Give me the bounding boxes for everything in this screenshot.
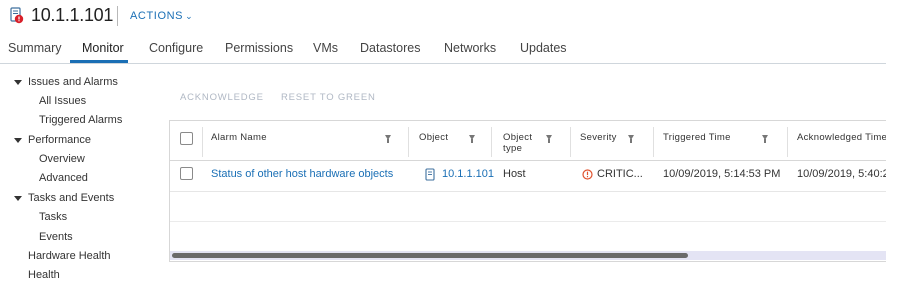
column-header-object[interactable]: Object xyxy=(419,132,448,143)
tab-networks[interactable]: Networks xyxy=(444,41,496,55)
filter-icon[interactable] xyxy=(546,135,552,143)
column-header-severity[interactable]: Severity xyxy=(580,132,617,143)
actions-label: ACTIONS xyxy=(130,10,184,22)
column-header-alarm-name[interactable]: Alarm Name xyxy=(211,132,267,143)
tree-item-issues-and-alarms[interactable]: Issues and Alarms xyxy=(28,76,118,88)
tab-vms[interactable]: VMs xyxy=(313,41,338,55)
acknowledge-button[interactable]: ACKNOWLEDGE xyxy=(180,92,264,103)
filter-icon[interactable] xyxy=(385,135,391,143)
tree-item-events[interactable]: Events xyxy=(39,231,73,243)
tab-monitor[interactable]: Monitor xyxy=(82,41,124,55)
tree-item-overview[interactable]: Overview xyxy=(39,153,85,165)
filter-icon[interactable] xyxy=(762,135,768,143)
column-header-object-type-line1: Object xyxy=(503,132,533,143)
reset-to-green-button[interactable]: RESET TO GREEN xyxy=(281,92,376,103)
column-divider xyxy=(787,127,788,157)
tab-bar: Summary Monitor Configure Permissions VM… xyxy=(0,38,886,64)
acknowledged-time-cell: 10/09/2019, 5:40:2 xyxy=(797,168,886,180)
header-divider xyxy=(117,6,118,26)
scrollbar-thumb[interactable] xyxy=(172,253,688,258)
select-all-checkbox[interactable] xyxy=(180,132,193,145)
filter-icon[interactable] xyxy=(628,135,634,143)
tree-item-health[interactable]: Health xyxy=(28,269,60,281)
column-divider xyxy=(570,127,571,157)
tab-datastores[interactable]: Datastores xyxy=(360,41,420,55)
column-header-object-type-line2: type xyxy=(503,143,523,154)
triggered-time-cell: 10/09/2019, 5:14:53 PM xyxy=(663,168,781,180)
tree-item-performance[interactable]: Performance xyxy=(28,134,91,146)
column-divider xyxy=(491,127,492,157)
tab-permissions[interactable]: Permissions xyxy=(225,41,293,55)
severity-cell: CRITIC... xyxy=(597,168,643,180)
tree-item-advanced[interactable]: Advanced xyxy=(39,172,88,184)
alarm-name-link[interactable]: Status of other host hardware objects xyxy=(211,168,393,180)
table-row[interactable]: Status of other host hardware objects 10… xyxy=(170,161,886,192)
tab-updates[interactable]: Updates xyxy=(520,41,567,55)
caret-down-icon[interactable] xyxy=(14,196,22,201)
tree-item-all-issues[interactable]: All Issues xyxy=(39,95,86,107)
filter-icon[interactable] xyxy=(469,135,475,143)
active-tab-indicator xyxy=(70,60,128,63)
column-divider xyxy=(653,127,654,157)
tab-configure[interactable]: Configure xyxy=(149,41,203,55)
alarms-grid: Alarm Name Object Object type Severity T… xyxy=(169,120,886,262)
tree-item-triggered-alarms[interactable]: Triggered Alarms xyxy=(39,114,122,126)
tree-item-tasks-and-events[interactable]: Tasks and Events xyxy=(28,192,114,204)
header: 10.1.1.101 ACTIONS ⌄ xyxy=(0,0,903,32)
host-icon xyxy=(425,168,435,181)
row-divider xyxy=(170,221,886,222)
object-type-cell: Host xyxy=(503,168,526,180)
tree-item-hardware-health[interactable]: Hardware Health xyxy=(28,250,111,262)
chevron-down-icon: ⌄ xyxy=(185,11,194,21)
caret-down-icon[interactable] xyxy=(14,80,22,85)
tab-summary[interactable]: Summary xyxy=(8,41,61,55)
critical-alert-icon xyxy=(582,169,593,180)
column-header-acknowledged-time[interactable]: Acknowledged Time xyxy=(797,132,886,143)
column-divider xyxy=(202,127,203,157)
column-divider xyxy=(408,127,409,157)
grid-header: Alarm Name Object Object type Severity T… xyxy=(170,121,886,161)
tree-item-tasks[interactable]: Tasks xyxy=(39,211,67,223)
column-header-triggered-time[interactable]: Triggered Time xyxy=(663,132,731,143)
horizontal-scrollbar[interactable] xyxy=(170,251,886,260)
caret-down-icon[interactable] xyxy=(14,138,22,143)
object-link[interactable]: 10.1.1.101 xyxy=(442,168,494,180)
row-checkbox[interactable] xyxy=(180,167,193,180)
host-alert-icon xyxy=(10,7,24,24)
page-title: 10.1.1.101 xyxy=(31,5,114,25)
column-header-object-type[interactable]: Object type xyxy=(503,132,532,154)
actions-menu-button[interactable]: ACTIONS ⌄ xyxy=(130,10,193,22)
